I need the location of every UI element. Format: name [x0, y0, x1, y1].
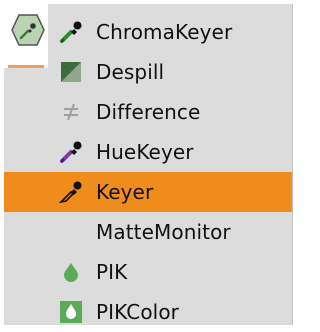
menu-item-label: Keyer [96, 180, 154, 204]
menu-item-pik[interactable]: PIK [4, 252, 292, 292]
green-square-drop-icon [55, 296, 87, 328]
eyedropper-outline-icon [55, 176, 87, 208]
eyedropper-purple-icon [55, 136, 87, 168]
hexagon-eyedropper-icon [10, 12, 45, 46]
menu-item-label: MatteMonitor [96, 220, 231, 244]
not-equal-icon [55, 96, 87, 128]
menu-item-label: ChromaKeyer [96, 20, 233, 44]
menu-item-difference[interactable]: Difference [4, 92, 292, 132]
menu-item-pikcolor[interactable]: PIKColor [4, 292, 292, 332]
menu-item-keyer[interactable]: Keyer [4, 172, 292, 212]
menu-item-huekeyer[interactable]: HueKeyer [4, 132, 292, 172]
menu-item-mattemonitor[interactable]: MatteMonitor [4, 212, 292, 252]
despill-triangle-icon [55, 56, 87, 88]
green-drop-icon [55, 256, 87, 288]
menu-item-label: PIK [96, 260, 128, 284]
menu-item-label: HueKeyer [96, 140, 194, 164]
active-indicator [8, 65, 44, 68]
node-menu: ChromaKeyer Despill Difference HueKeyer … [4, 4, 293, 325]
menu-item-label: Difference [96, 100, 201, 124]
eyedropper-green-icon [55, 16, 87, 48]
category-button[interactable] [4, 4, 48, 68]
menu-item-label: PIKColor [96, 300, 179, 324]
menu-item-label: Despill [96, 60, 165, 84]
